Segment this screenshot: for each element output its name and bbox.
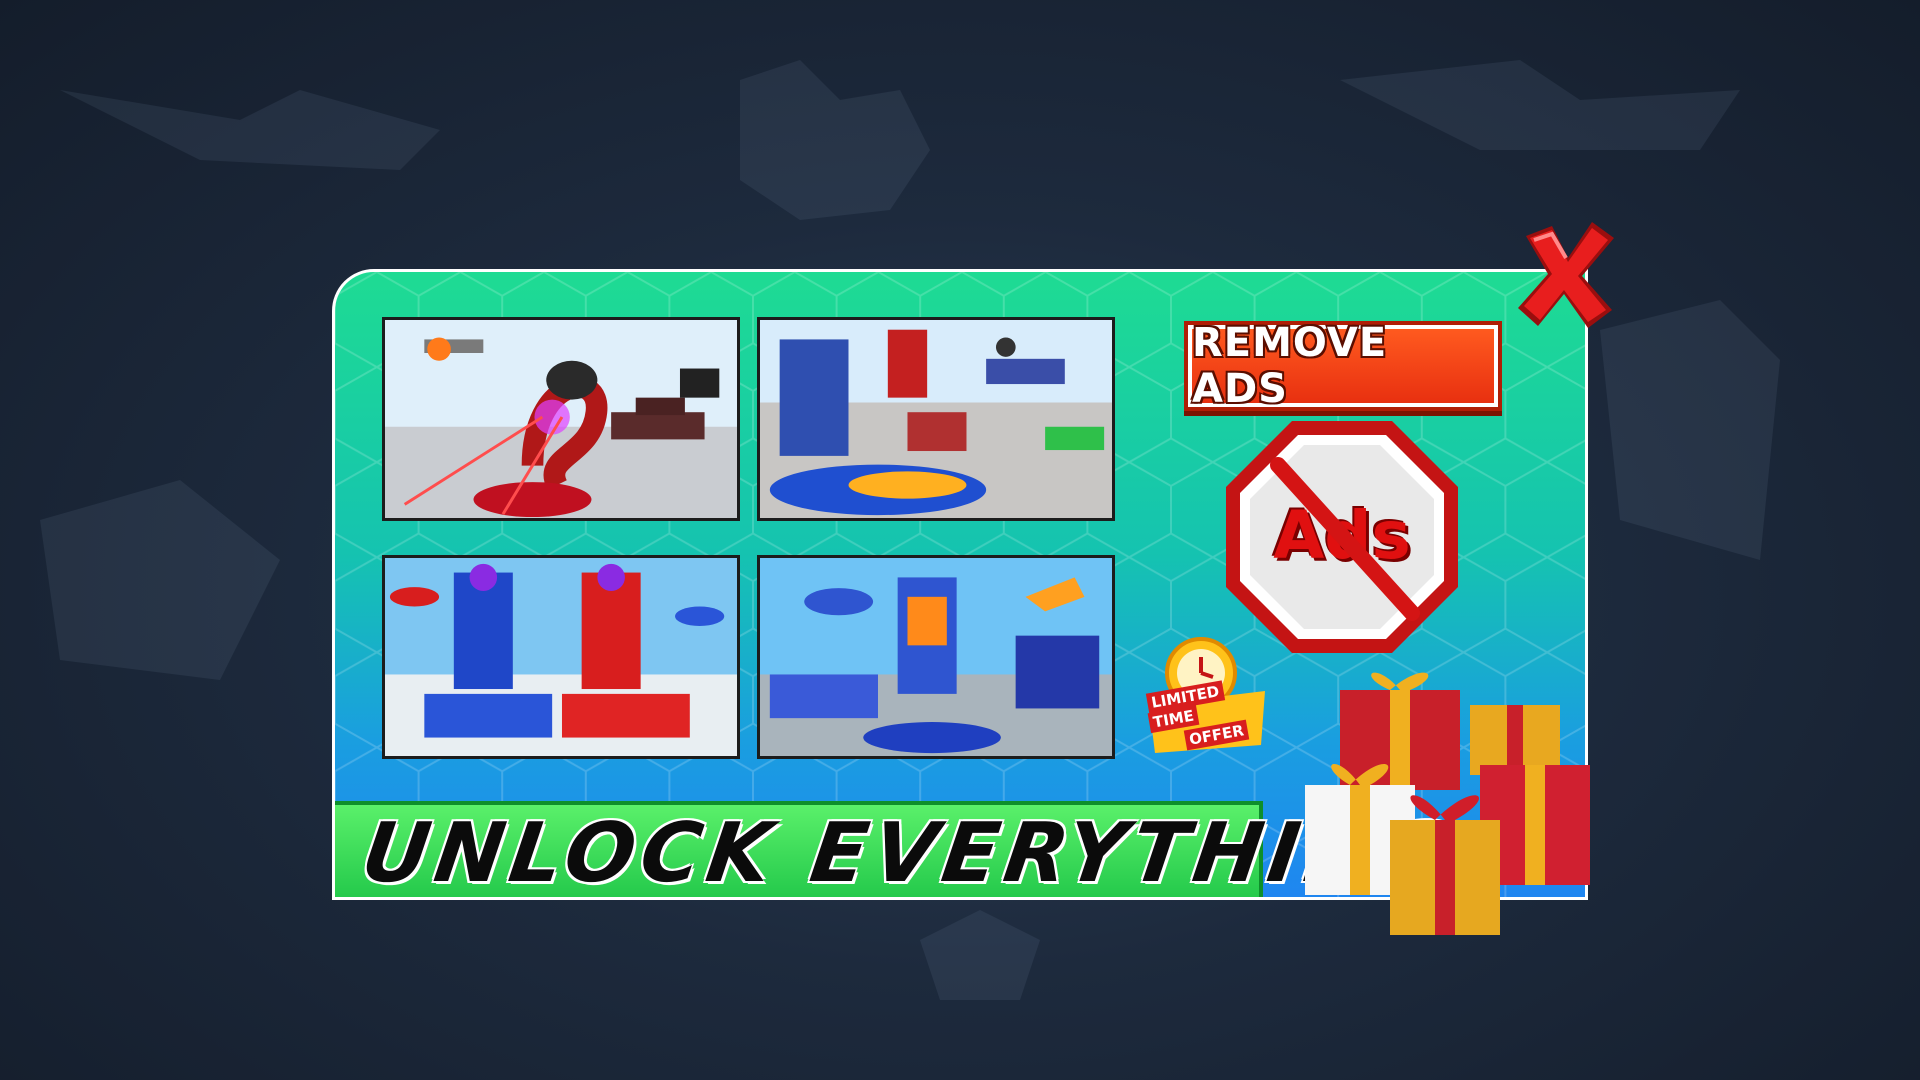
- remove-ads-button[interactable]: REMOVE ADS: [1188, 320, 1498, 412]
- limited-offer-badge-icon: LIMITED TIME OFFER: [1135, 625, 1275, 765]
- unlock-everything-bar[interactable]: UNLOCK EVERYTHING: [335, 801, 1460, 897]
- screenshot-robot-car-transform: [757, 317, 1115, 521]
- gift-boxes-icon: [1295, 655, 1605, 940]
- screenshot-robot-car-helicopter-truck: [757, 555, 1115, 759]
- no-ads-icon: Ads: [1220, 415, 1464, 659]
- screenshot-tank-robots-face-off: [382, 555, 740, 759]
- close-icon: [1518, 222, 1614, 328]
- remove-ads-label: REMOVE ADS: [1192, 320, 1388, 412]
- screenshot-snake-robot-battle: [382, 317, 740, 521]
- close-button[interactable]: [1512, 218, 1620, 332]
